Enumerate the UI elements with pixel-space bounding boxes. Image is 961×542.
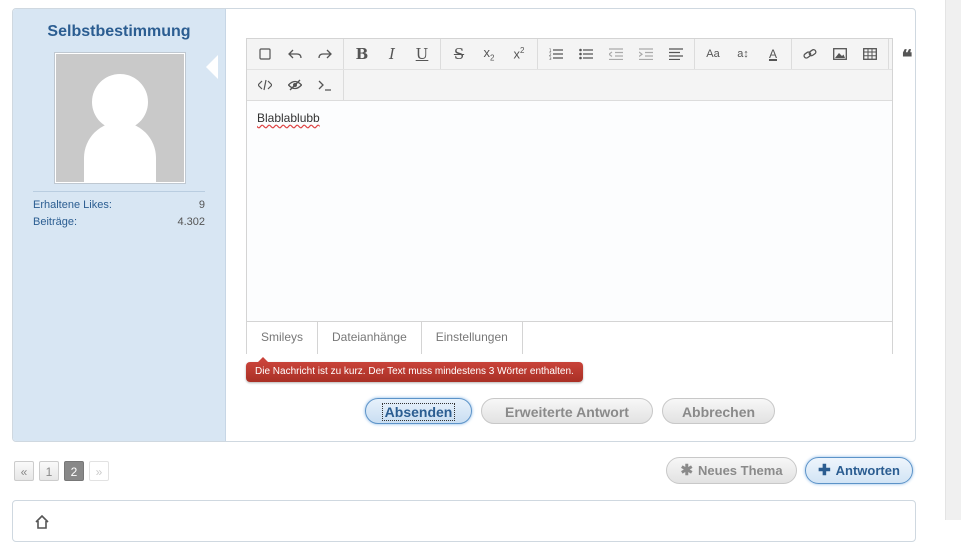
avatar-body (84, 122, 156, 182)
table-icon[interactable] (855, 39, 885, 69)
tab-smileys[interactable]: Smileys (247, 322, 319, 354)
indent-icon[interactable] (631, 39, 661, 69)
next-section (12, 500, 916, 542)
ordered-list-icon[interactable]: 123 (541, 39, 571, 69)
cancel-button[interactable]: Abbrechen (662, 398, 775, 424)
toolbar-row-2 (247, 70, 344, 100)
stat-likes-label: Erhaltene Likes: (33, 199, 112, 211)
toolbar-group-script: S x2 x2 (441, 39, 538, 69)
italic-icon[interactable]: I (377, 39, 407, 69)
stats-divider (33, 191, 205, 192)
sidebar-pointer (206, 55, 218, 79)
image-icon[interactable] (825, 39, 855, 69)
author-name[interactable]: Selbstbestimmung (13, 23, 225, 41)
stat-likes-value: 9 (198, 199, 205, 211)
home-icon (35, 515, 49, 529)
reply-button[interactable]: ✚ Antworten (805, 457, 913, 484)
editor-toolbar: B I U S x2 x2 123 Aa a↕ A ❝ (247, 39, 912, 101)
align-icon[interactable] (661, 39, 691, 69)
toolbar-row-1: B I U S x2 x2 123 Aa a↕ A ❝ (247, 39, 912, 70)
toolbar-group-history (247, 39, 344, 69)
subscript-icon[interactable]: x2 (474, 39, 504, 69)
inline-code-icon[interactable] (310, 70, 340, 100)
outdent-icon[interactable] (601, 39, 631, 69)
unordered-list-icon[interactable] (571, 39, 601, 69)
spoiler-icon[interactable] (280, 70, 310, 100)
reply-post: Selbstbestimmung Erhaltene Likes: 9 Beit… (12, 8, 916, 442)
superscript-icon[interactable]: x2 (504, 39, 534, 69)
font-size-icon[interactable]: Aa (698, 39, 728, 69)
toolbar-group-format: B I U (344, 39, 441, 69)
author-sidebar: Selbstbestimmung Erhaltene Likes: 9 Beit… (13, 9, 226, 441)
scrollbar[interactable] (945, 0, 961, 520)
code-icon[interactable] (250, 70, 280, 100)
error-tooltip: Die Nachricht ist zu kurz. Der Text muss… (246, 357, 583, 382)
pagination-page-1[interactable]: 1 (39, 461, 59, 481)
pagination-page-2[interactable]: 2 (64, 461, 84, 481)
extended-reply-button[interactable]: Erweiterte Antwort (481, 398, 653, 424)
plus-icon: ✚ (818, 462, 831, 479)
reply-label: Antworten (835, 463, 900, 478)
toolbar-group-font: Aa a↕ A (695, 39, 792, 69)
source-toggle-icon[interactable] (250, 39, 280, 69)
svg-text:3: 3 (549, 56, 552, 60)
editor-tabs: Smileys Dateianhänge Einstellungen (247, 321, 892, 354)
stat-posts: Beiträge: 4.302 (33, 216, 205, 228)
toolbar-group-lists: 123 (538, 39, 695, 69)
underline-icon[interactable]: U (407, 39, 437, 69)
submit-button-label: Absenden (381, 403, 456, 421)
link-icon[interactable] (795, 39, 825, 69)
toolbar-group-code (247, 70, 344, 100)
stat-posts-value: 4.302 (177, 216, 205, 228)
tab-attachments[interactable]: Dateianhänge (318, 322, 422, 354)
avatar[interactable] (55, 53, 185, 183)
strikethrough-icon[interactable]: S (444, 39, 474, 69)
quote-icon[interactable]: ❝ (892, 39, 915, 69)
font-color-icon[interactable]: A (758, 39, 788, 69)
stat-posts-label: Beiträge: (33, 216, 78, 228)
message-input[interactable]: Blablablubb (247, 101, 892, 321)
toolbar-group-insert (792, 39, 889, 69)
pagination-next: » (89, 461, 109, 481)
stat-likes: Erhaltene Likes: 9 (33, 199, 205, 211)
text-transform-icon[interactable]: a↕ (728, 39, 758, 69)
submit-button[interactable]: Absenden (365, 398, 472, 424)
pagination: « 1 2 » (14, 461, 109, 481)
redo-icon[interactable] (310, 39, 340, 69)
undo-icon[interactable] (280, 39, 310, 69)
new-thread-label: Neues Thema (698, 463, 783, 478)
new-thread-button[interactable]: ✱ Neues Thema (666, 457, 797, 484)
message-editor: B I U S x2 x2 123 Aa a↕ A ❝ Blablablubb … (246, 38, 912, 354)
message-text: Blablablubb (257, 111, 320, 125)
bold-icon[interactable]: B (347, 39, 377, 69)
tab-settings[interactable]: Einstellungen (422, 322, 523, 354)
asterisk-icon: ✱ (680, 462, 694, 479)
toolbar-group-quote: ❝ (889, 39, 915, 69)
pagination-prev[interactable]: « (14, 461, 34, 481)
